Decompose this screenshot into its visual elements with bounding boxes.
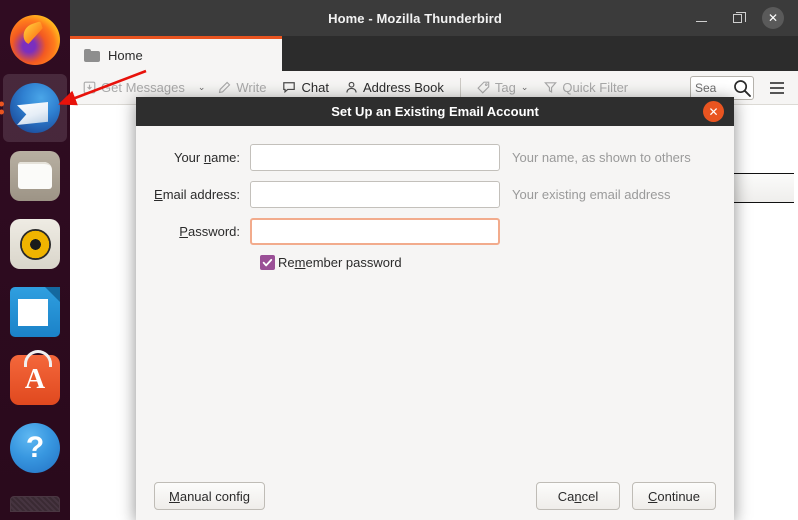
person-icon: [346, 81, 357, 93]
help-icon: ?: [10, 423, 60, 473]
remember-password-label: Remember password: [278, 255, 402, 270]
window-controls: ✕: [690, 7, 798, 29]
email-address-input[interactable]: [250, 181, 500, 208]
pencil-icon: [219, 81, 231, 94]
close-icon[interactable]: ✕: [762, 7, 784, 29]
remember-password-row[interactable]: Remember password: [260, 255, 734, 270]
password-label: Password:: [179, 224, 240, 239]
setup-email-account-dialog: Set Up an Existing Email Account ✕ Your …: [136, 97, 734, 520]
firefox-icon: [10, 15, 60, 65]
get-messages-label: Get Messages: [101, 80, 185, 95]
dock-item-files[interactable]: [1, 142, 69, 210]
files-icon: [10, 151, 60, 201]
your-name-hint: Your name, as shown to others: [512, 150, 691, 165]
dock-item-firefox[interactable]: [1, 6, 69, 74]
download-icon: [83, 81, 96, 94]
field-row-your-name: Your name: Your name, as shown to others: [136, 144, 734, 171]
hamburger-line: [770, 81, 784, 84]
partial-app-icon: [10, 496, 60, 512]
dock-item-partial[interactable]: [1, 482, 69, 512]
dialog-footer: Manual config Ca n cel Continue: [136, 472, 734, 520]
tag-button[interactable]: Tag ⌄: [470, 77, 536, 98]
dialog-body: Your name: Your name, as shown to others…: [136, 126, 734, 472]
window-title: Home - Mozilla Thunderbird: [328, 10, 502, 26]
field-row-email-address: Email address: Your existing email addre…: [136, 181, 734, 208]
field-row-password: Password:: [136, 218, 734, 245]
checkmark-icon: [262, 258, 273, 267]
tag-icon: [477, 81, 490, 94]
tab-strip: Home: [70, 36, 798, 71]
cancel-button[interactable]: Ca n cel: [536, 482, 620, 510]
get-messages-dropdown[interactable]: ⌄: [194, 79, 210, 96]
write-button[interactable]: Write: [211, 77, 273, 98]
ubuntu-software-icon: A: [10, 350, 60, 405]
email-address-label: Email address:: [154, 187, 240, 202]
tag-label: Tag: [494, 80, 516, 95]
dialog-title: Set Up an Existing Email Account: [331, 104, 539, 119]
continue-button[interactable]: Continue: [632, 482, 716, 510]
search-input[interactable]: Sea: [690, 75, 754, 100]
quick-filter-label: Quick Filter: [562, 80, 629, 95]
dialog-close-icon[interactable]: ✕: [703, 101, 724, 122]
write-label: Write: [236, 80, 267, 95]
chat-label: Chat: [301, 80, 329, 95]
tab-home[interactable]: Home: [70, 36, 282, 71]
address-book-button[interactable]: Address Book: [338, 77, 451, 98]
dock-item-libreoffice-writer[interactable]: [1, 278, 69, 346]
address-book-label: Address Book: [362, 80, 444, 95]
dock-item-thunderbird[interactable]: [0, 74, 67, 142]
dialog-titlebar: Set Up an Existing Email Account ✕: [136, 97, 734, 126]
rhythmbox-icon: [10, 219, 60, 269]
libreoffice-writer-icon: [10, 287, 60, 337]
minimize-icon[interactable]: [690, 7, 712, 29]
folder-icon: [84, 48, 100, 62]
password-input[interactable]: [250, 218, 500, 245]
dock-item-help[interactable]: ?: [1, 414, 69, 482]
thunderbird-icon: [10, 83, 60, 133]
hamburger-line: [770, 91, 784, 94]
chat-button[interactable]: Chat: [275, 77, 335, 98]
app-menu-button[interactable]: [762, 75, 792, 101]
hamburger-line: [770, 86, 784, 89]
manual-config-button[interactable]: Manual config: [154, 482, 265, 510]
ubuntu-dock: A ?: [0, 0, 70, 520]
quick-filter-button[interactable]: Quick Filter: [537, 77, 635, 98]
search-icon: [732, 78, 752, 99]
email-address-hint: Your existing email address: [512, 187, 671, 202]
get-messages-button[interactable]: Get Messages: [76, 77, 192, 98]
maximize-icon[interactable]: [726, 7, 748, 29]
window-titlebar: Home - Mozilla Thunderbird ✕: [70, 0, 798, 36]
chevron-down-icon: ⌄: [197, 82, 206, 92]
toolbar-divider: [459, 77, 461, 98]
search-value: Sea: [695, 80, 717, 95]
chat-bubble-icon: [283, 82, 296, 94]
dock-item-rhythmbox[interactable]: [1, 210, 69, 278]
dock-item-ubuntu-software[interactable]: A: [1, 346, 69, 414]
funnel-icon: [544, 82, 558, 93]
your-name-input[interactable]: [250, 144, 500, 171]
remember-password-checkbox[interactable]: [260, 255, 275, 270]
tab-label: Home: [108, 47, 143, 63]
your-name-label: Your name:: [173, 150, 240, 165]
running-indicator-dots: [0, 101, 4, 115]
chevron-down-icon: ⌄: [520, 82, 529, 92]
